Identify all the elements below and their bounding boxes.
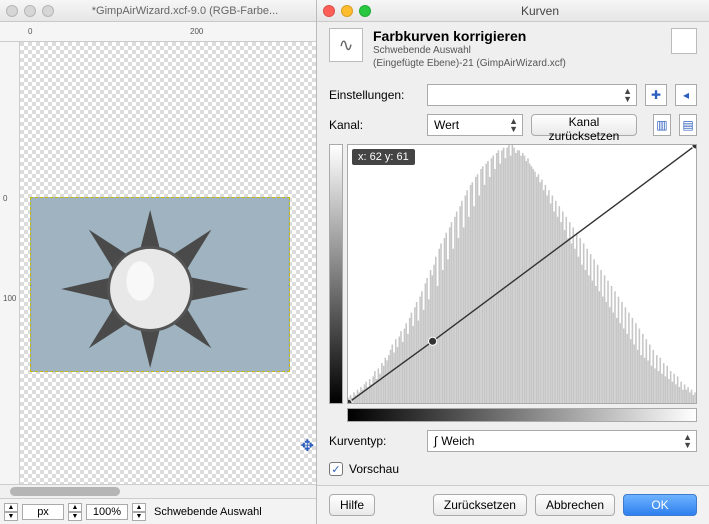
- scrollbar-horizontal[interactable]: [0, 484, 316, 498]
- zoom-field[interactable]: 100%: [86, 504, 128, 520]
- histogram-linear-button[interactable]: ▥: [653, 114, 671, 136]
- zoom-icon[interactable]: [42, 5, 54, 17]
- ruler-tick: 100: [3, 294, 16, 303]
- canvas-area[interactable]: ✥: [20, 42, 316, 484]
- scrollbar-thumb[interactable]: [10, 487, 120, 496]
- preset-menu-button[interactable]: ◂: [675, 84, 697, 106]
- ok-button[interactable]: OK: [623, 494, 697, 516]
- channel-value: Wert: [434, 118, 459, 132]
- checkbox-icon: ✓: [329, 462, 343, 476]
- histogram-icon: ▤: [682, 118, 693, 132]
- preview-label: Vorschau: [349, 462, 399, 476]
- unit-field[interactable]: px: [22, 504, 64, 520]
- doc-titlebar[interactable]: *GimpAirWizard.xcf-9.0 (RGB-Farbe...: [0, 0, 316, 22]
- zoom-stepper[interactable]: ▲▼: [68, 503, 82, 521]
- curves-tool-icon: ∿: [329, 28, 363, 62]
- zoom-icon[interactable]: [359, 5, 371, 17]
- ruler-tick: 0: [28, 27, 32, 36]
- curvetype-label: Kurventyp:: [329, 434, 419, 448]
- chevron-updown-icon: ▲▼: [509, 117, 518, 133]
- ruler-horizontal[interactable]: 0 200: [0, 22, 316, 42]
- statusbar: ▲▼ px ▲▼ 100% ▲▼ Schwebende Auswahl: [0, 498, 316, 524]
- ruler-vertical[interactable]: 0 100: [0, 42, 20, 484]
- dialog-title: Kurven: [377, 4, 703, 18]
- coord-readout: x: 62 y: 61: [352, 149, 415, 165]
- curve-smooth-icon: ∫: [434, 434, 437, 448]
- floating-selection[interactable]: [30, 197, 290, 372]
- chevron-updown-icon: ▲▼: [683, 433, 692, 449]
- preview-checkbox[interactable]: ✓ Vorschau: [317, 456, 709, 482]
- move-icon[interactable]: ✥: [301, 436, 314, 456]
- gradient-vertical: [329, 144, 343, 404]
- ruler-tick: 0: [3, 194, 7, 203]
- dialog-heading: Farbkurven korrigieren: [373, 28, 566, 44]
- channel-row: Kanal: Wert ▲▼ Kanal zurücksetzen ▥ ▤: [317, 110, 709, 140]
- channel-label: Kanal:: [329, 118, 419, 132]
- dialog-titlebar[interactable]: Kurven: [317, 0, 709, 22]
- chevron-updown-icon: ▲▼: [623, 87, 632, 103]
- help-button[interactable]: Hilfe: [329, 494, 375, 516]
- curves-dialog: Kurven ∿ Farbkurven korrigieren Schweben…: [316, 0, 709, 524]
- dialog-subtitle2: (Eingefügte Ebene)-21 (GimpAirWizard.xcf…: [373, 57, 566, 70]
- reset-button[interactable]: Zurücksetzen: [433, 494, 527, 516]
- add-preset-button[interactable]: ✚: [645, 84, 667, 106]
- minimize-icon[interactable]: [24, 5, 36, 17]
- presets-label: Einstellungen:: [329, 88, 419, 102]
- curvetype-row: Kurventyp: ∫ Weich ▲▼: [317, 426, 709, 456]
- curve-editor: x: 62 y: 61: [317, 140, 709, 408]
- histogram-log-button[interactable]: ▤: [679, 114, 697, 136]
- minimize-icon[interactable]: [341, 5, 353, 17]
- histogram-icon: ▥: [656, 118, 667, 132]
- cancel-button[interactable]: Abbrechen: [535, 494, 615, 516]
- gradient-horizontal: [347, 408, 697, 422]
- close-icon[interactable]: [323, 5, 335, 17]
- zoom-stepper2[interactable]: ▲▼: [132, 503, 146, 521]
- doc-title: *GimpAirWizard.xcf-9.0 (RGB-Farbe...: [60, 5, 310, 17]
- channel-combo[interactable]: Wert ▲▼: [427, 114, 523, 136]
- traffic-lights: [6, 5, 54, 17]
- dialog-footer: Hilfe Zurücksetzen Abbrechen OK: [317, 485, 709, 524]
- presets-combo[interactable]: ▲▼: [427, 84, 637, 106]
- status-text: Schwebende Auswahl: [154, 506, 262, 518]
- document-window: *GimpAirWizard.xcf-9.0 (RGB-Farbe... 0 2…: [0, 0, 316, 524]
- reset-channel-button[interactable]: Kanal zurücksetzen: [531, 114, 637, 136]
- plus-icon: ✚: [651, 88, 661, 102]
- preset-thumbnail[interactable]: [671, 28, 697, 54]
- close-icon[interactable]: [6, 5, 18, 17]
- image-content: [31, 198, 289, 371]
- traffic-lights: [323, 5, 371, 17]
- unit-stepper[interactable]: ▲▼: [4, 503, 18, 521]
- curvetype-value: Weich: [441, 434, 474, 448]
- curve-canvas[interactable]: x: 62 y: 61: [347, 144, 697, 404]
- curve-svg: [348, 145, 696, 403]
- menu-icon: ◂: [683, 88, 689, 102]
- presets-row: Einstellungen: ▲▼ ✚ ◂: [317, 80, 709, 110]
- dialog-header: ∿ Farbkurven korrigieren Schwebende Ausw…: [317, 22, 709, 80]
- dialog-subtitle: Schwebende Auswahl: [373, 44, 566, 57]
- curvetype-combo[interactable]: ∫ Weich ▲▼: [427, 430, 697, 452]
- ruler-tick: 200: [190, 27, 203, 36]
